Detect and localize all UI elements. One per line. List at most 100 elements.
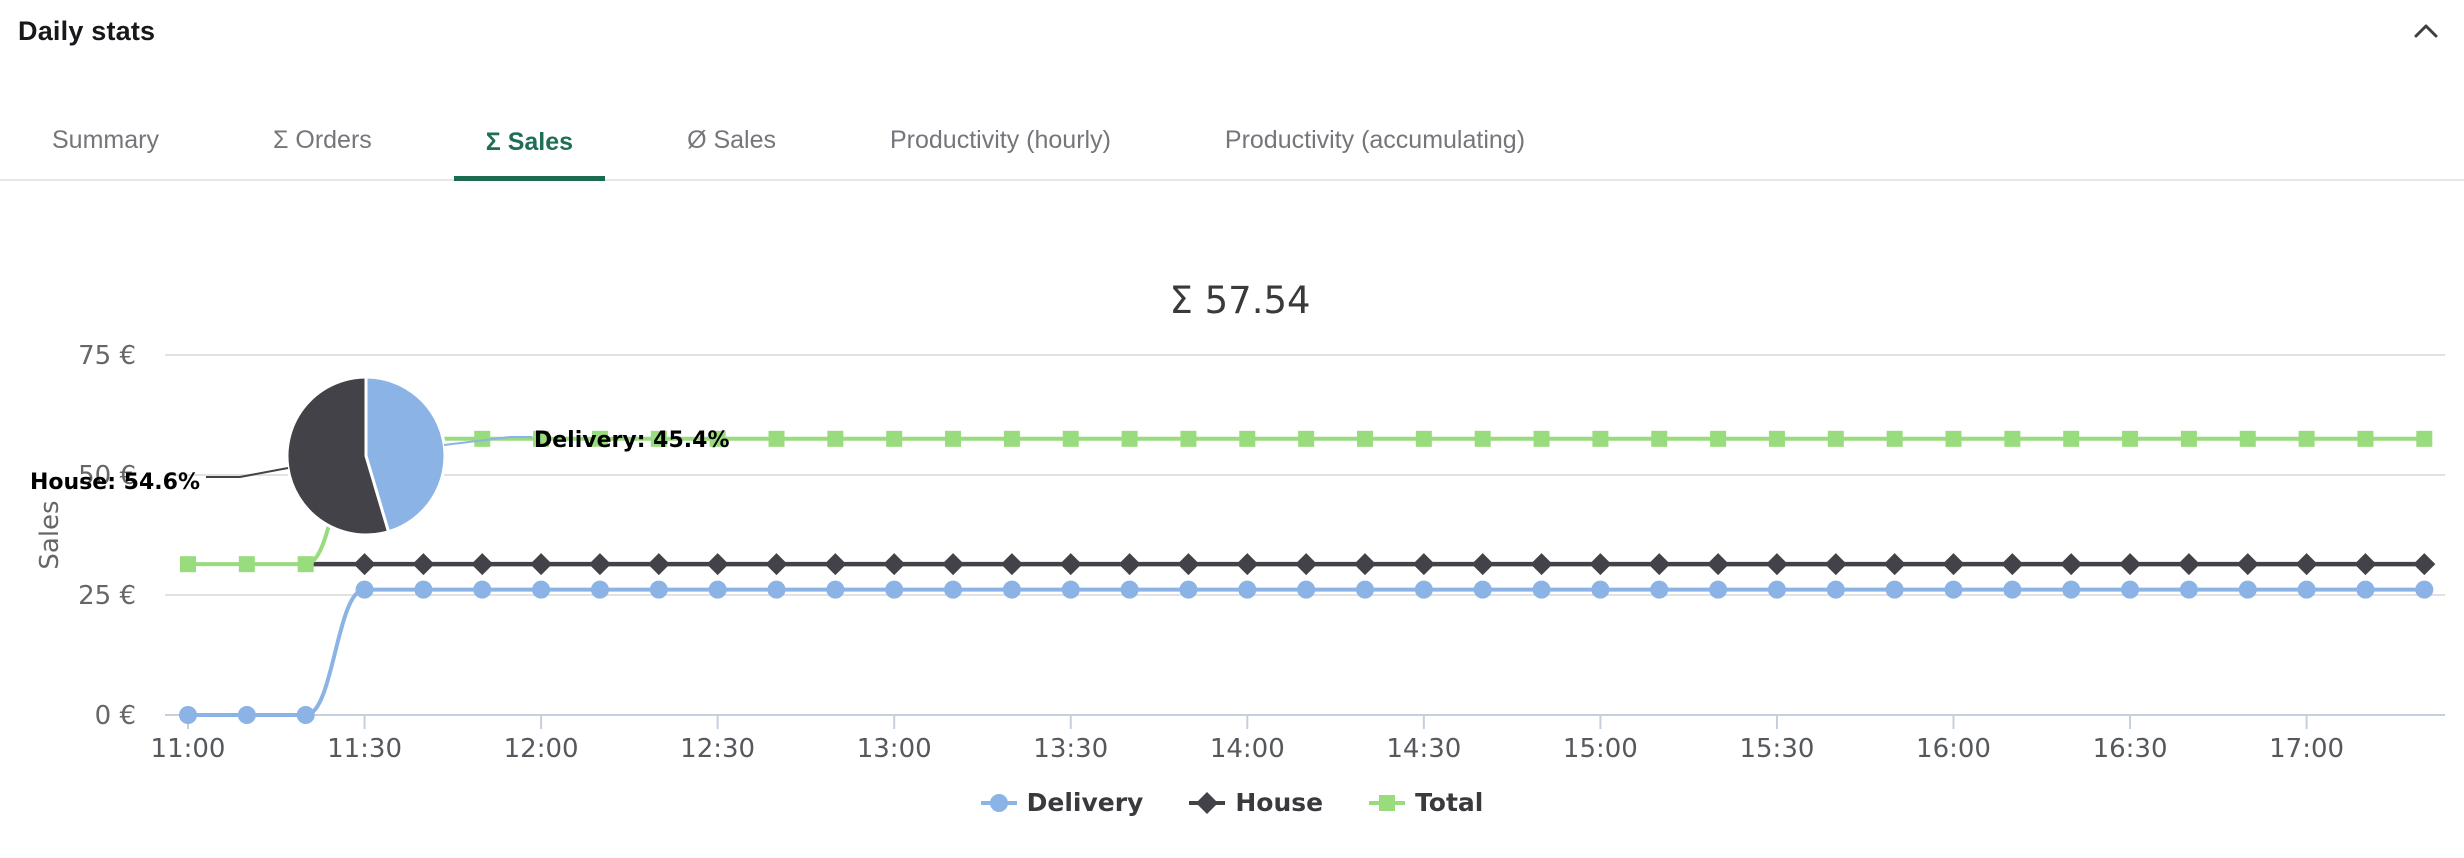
data-point-delivery[interactable]: [2179, 580, 2198, 599]
data-point-house[interactable]: [2413, 553, 2436, 576]
data-point-delivery[interactable]: [1179, 580, 1198, 599]
data-point-house[interactable]: [883, 553, 906, 576]
data-point-total[interactable]: [2063, 430, 2080, 447]
tab-productivity-hourly[interactable]: Productivity (hourly): [858, 104, 1143, 179]
data-point-delivery[interactable]: [885, 580, 904, 599]
data-point-total[interactable]: [2298, 430, 2315, 447]
data-point-total[interactable]: [1474, 430, 1491, 447]
data-point-house[interactable]: [1177, 553, 1200, 576]
data-point-delivery[interactable]: [1826, 580, 1845, 599]
data-point-total[interactable]: [1886, 430, 1903, 447]
data-point-delivery[interactable]: [2062, 580, 2081, 599]
legend-item-total[interactable]: Total: [1369, 788, 1483, 817]
data-point-delivery[interactable]: [1473, 580, 1492, 599]
data-point-house[interactable]: [2354, 553, 2377, 576]
data-point-delivery[interactable]: [1002, 580, 1021, 599]
data-point-delivery[interactable]: [1120, 580, 1139, 599]
data-point-delivery[interactable]: [826, 580, 845, 599]
data-point-total[interactable]: [1533, 430, 1550, 447]
data-point-total[interactable]: [2004, 430, 2021, 447]
data-point-delivery[interactable]: [649, 580, 668, 599]
data-point-house[interactable]: [2060, 553, 2083, 576]
data-point-delivery[interactable]: [179, 706, 197, 724]
data-point-house[interactable]: [1942, 553, 1965, 576]
data-point-house[interactable]: [1236, 553, 1259, 576]
data-point-house[interactable]: [765, 553, 788, 576]
data-point-house[interactable]: [2177, 553, 2200, 576]
data-point-delivery[interactable]: [355, 580, 374, 599]
data-point-house[interactable]: [2295, 553, 2318, 576]
data-point-total[interactable]: [297, 556, 314, 573]
data-point-house[interactable]: [1059, 553, 1082, 576]
data-point-total[interactable]: [2416, 430, 2433, 447]
tab-sum-sales[interactable]: Σ Sales: [453, 106, 606, 181]
data-point-total[interactable]: [180, 556, 196, 573]
data-point-house[interactable]: [1589, 553, 1612, 576]
data-point-house[interactable]: [2001, 553, 2024, 576]
data-point-house[interactable]: [1412, 553, 1435, 576]
data-point-total[interactable]: [2239, 430, 2256, 447]
data-point-house[interactable]: [1471, 553, 1494, 576]
data-point-house[interactable]: [942, 553, 965, 576]
data-point-total[interactable]: [827, 430, 844, 447]
data-point-total[interactable]: [1357, 430, 1373, 447]
data-point-house[interactable]: [647, 553, 670, 576]
data-point-delivery[interactable]: [944, 580, 963, 599]
data-point-total[interactable]: [1239, 430, 1256, 447]
data-point-total[interactable]: [1651, 430, 1668, 447]
data-point-house[interactable]: [2236, 553, 2259, 576]
data-point-total[interactable]: [238, 556, 255, 573]
data-point-delivery[interactable]: [1238, 580, 1257, 599]
data-point-delivery[interactable]: [1356, 580, 1374, 599]
data-point-delivery[interactable]: [1414, 580, 1433, 599]
tab-summary[interactable]: Summary: [20, 104, 191, 179]
data-point-delivery[interactable]: [296, 706, 315, 724]
data-point-house[interactable]: [1295, 553, 1318, 576]
data-point-house[interactable]: [1118, 553, 1141, 576]
data-point-total[interactable]: [1180, 430, 1197, 447]
data-point-delivery[interactable]: [708, 580, 727, 599]
data-point-delivery[interactable]: [2297, 580, 2316, 599]
data-point-total[interactable]: [2357, 430, 2374, 447]
tab-avg-sales[interactable]: Ø Sales: [655, 104, 808, 179]
data-point-house[interactable]: [588, 553, 611, 576]
data-point-delivery[interactable]: [414, 580, 433, 599]
data-point-delivery[interactable]: [1061, 580, 1080, 599]
data-point-delivery[interactable]: [2121, 580, 2140, 599]
data-point-total[interactable]: [886, 430, 903, 447]
data-point-total[interactable]: [2122, 430, 2139, 447]
data-point-house[interactable]: [1648, 553, 1671, 576]
tab-productivity-accumulating[interactable]: Productivity (accumulating): [1193, 104, 1557, 179]
data-point-house[interactable]: [1824, 553, 1847, 576]
data-point-total[interactable]: [1003, 430, 1020, 447]
data-point-delivery[interactable]: [237, 706, 256, 724]
data-point-total[interactable]: [1298, 430, 1315, 447]
data-point-total[interactable]: [1592, 430, 1609, 447]
data-point-delivery[interactable]: [767, 580, 786, 599]
data-point-delivery[interactable]: [1709, 580, 1728, 599]
data-point-delivery[interactable]: [590, 580, 609, 599]
data-point-house[interactable]: [706, 553, 729, 576]
data-point-house[interactable]: [412, 553, 435, 576]
data-point-house[interactable]: [1354, 553, 1376, 576]
data-point-total[interactable]: [1062, 430, 1079, 447]
data-point-delivery[interactable]: [1767, 580, 1786, 599]
data-point-total[interactable]: [768, 430, 785, 447]
data-point-house[interactable]: [1530, 553, 1553, 576]
data-point-delivery[interactable]: [1885, 580, 1904, 599]
data-point-total[interactable]: [2180, 430, 2197, 447]
data-point-total[interactable]: [1768, 430, 1785, 447]
data-point-house[interactable]: [1883, 553, 1906, 576]
data-point-delivery[interactable]: [2415, 580, 2434, 599]
legend-item-house[interactable]: House: [1189, 788, 1323, 817]
data-point-delivery[interactable]: [1650, 580, 1669, 599]
data-point-house[interactable]: [1000, 553, 1023, 576]
data-point-delivery[interactable]: [2238, 580, 2257, 599]
data-point-total[interactable]: [1121, 430, 1138, 447]
data-point-house[interactable]: [1707, 553, 1730, 576]
data-point-house[interactable]: [353, 553, 376, 576]
data-point-delivery[interactable]: [1591, 580, 1610, 599]
collapse-panel-button[interactable]: [2406, 11, 2446, 51]
data-point-total[interactable]: [1945, 430, 1962, 447]
data-point-total[interactable]: [1415, 430, 1432, 447]
